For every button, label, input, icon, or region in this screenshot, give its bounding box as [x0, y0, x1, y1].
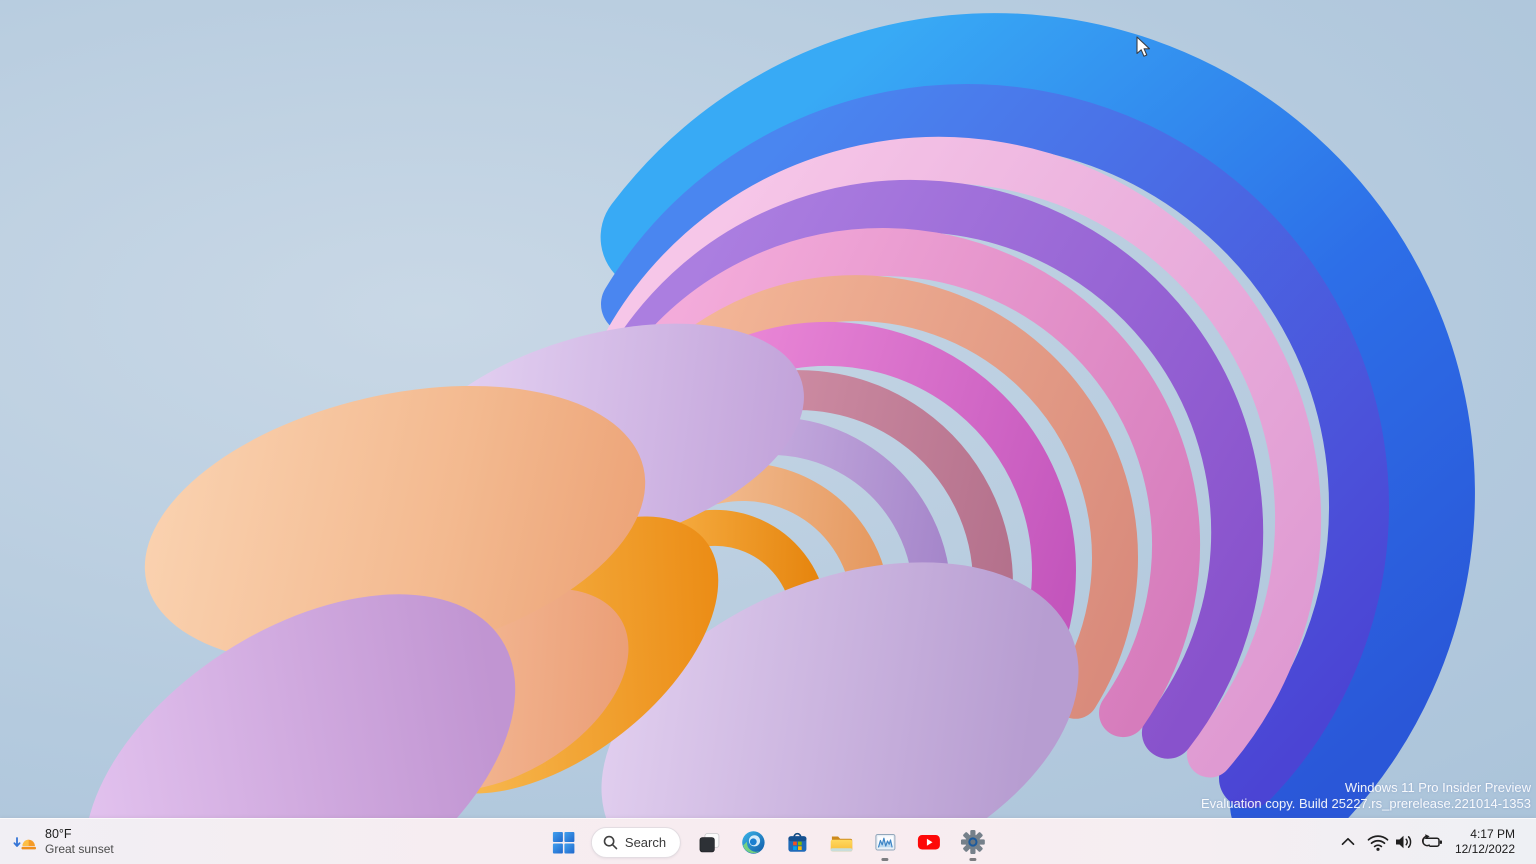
- weather-temperature: 80°F: [45, 827, 114, 842]
- volume-icon: [1392, 830, 1416, 854]
- windows-logo-icon: [551, 831, 574, 854]
- running-indicator: [970, 858, 977, 861]
- widgets-weather-button[interactable]: 80°F Great sunset: [4, 822, 124, 862]
- youtube-button[interactable]: [909, 822, 949, 862]
- search-box[interactable]: Search: [591, 827, 681, 858]
- taskbar: 80°F Great sunset: [0, 818, 1536, 864]
- youtube-play-icon: [916, 829, 942, 855]
- taskbar-center-icons: Search: [543, 819, 993, 864]
- search-icon: [603, 835, 618, 850]
- clock[interactable]: 4:17 PM 12/12/2022: [1447, 824, 1524, 860]
- weather-text: 80°F Great sunset: [45, 827, 114, 857]
- microsoft-store-button[interactable]: [777, 822, 817, 862]
- weather-condition: Great sunset: [45, 842, 114, 857]
- task-view-button[interactable]: [689, 822, 729, 862]
- settings-button[interactable]: [953, 822, 993, 862]
- folder-icon: [829, 830, 854, 855]
- tray-overflow-button[interactable]: [1333, 824, 1363, 860]
- file-explorer-button[interactable]: [821, 822, 861, 862]
- chevron-up-icon: [1337, 831, 1359, 853]
- desktop[interactable]: Windows 11 Pro Insider Preview Evaluatio…: [0, 0, 1536, 864]
- tray-date: 12/12/2022: [1455, 842, 1515, 857]
- tray-time: 4:17 PM: [1470, 827, 1515, 842]
- system-tray: 4:17 PM 12/12/2022: [1333, 822, 1532, 862]
- battery-icon: [1418, 830, 1444, 854]
- task-view-icon: [697, 830, 722, 855]
- task-manager-button[interactable]: [865, 822, 905, 862]
- quick-settings-button[interactable]: [1363, 824, 1447, 860]
- gear-icon: [961, 830, 985, 854]
- search-label: Search: [625, 835, 666, 850]
- store-bag-icon: [785, 830, 810, 855]
- wifi-icon: [1366, 830, 1390, 854]
- start-button[interactable]: [543, 822, 583, 862]
- running-indicator: [882, 858, 889, 861]
- edge-button[interactable]: [733, 822, 773, 862]
- show-desktop-button[interactable]: [1527, 822, 1532, 862]
- sunset-icon: [12, 829, 38, 855]
- performance-graph-icon: [873, 830, 898, 855]
- wallpaper-bloom: Windows 11 Pro Insider Preview Evaluatio…: [0, 0, 1536, 818]
- bloom-illustration: [0, 0, 1536, 818]
- edge-icon: [741, 830, 766, 855]
